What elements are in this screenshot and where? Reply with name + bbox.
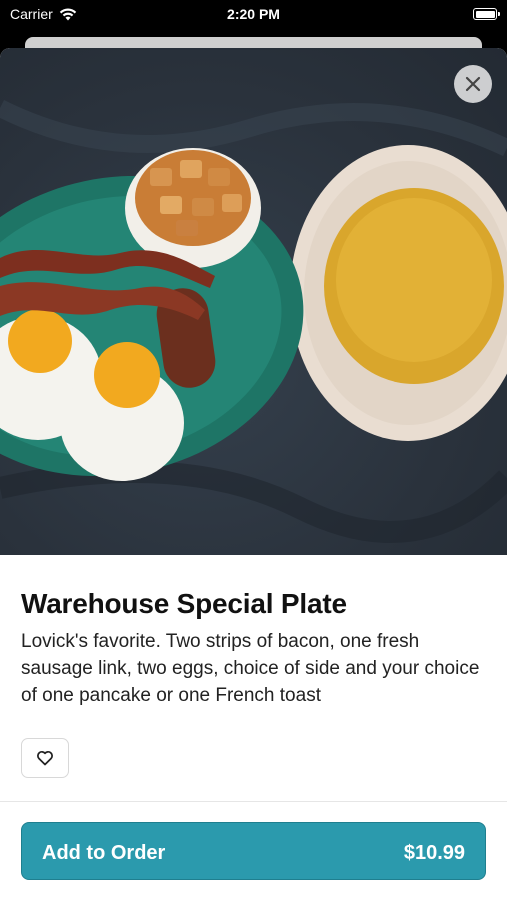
item-title: Warehouse Special Plate [21, 588, 347, 619]
heart-outline-icon [37, 750, 53, 766]
status-time: 2:20 PM [227, 6, 280, 22]
item-detail-sheet: Warehouse Special Plate Lovick's favorit… [0, 48, 507, 900]
item-photo [0, 48, 507, 555]
food-photo-illustration [0, 99, 507, 543]
add-to-order-button[interactable]: Add to Order $10.99 [21, 822, 486, 880]
battery-icon [473, 8, 500, 20]
add-to-order-label: Add to Order [42, 842, 166, 864]
favorite-button[interactable] [21, 738, 69, 778]
divider [0, 801, 507, 802]
item-description: Lovick's favorite. Two strips of bacon, … [21, 631, 480, 706]
status-bar: Carrier 2:20 PM [0, 0, 507, 30]
close-button[interactable] [454, 65, 492, 103]
close-icon [465, 76, 481, 92]
add-to-order-price: $10.99 [403, 842, 465, 864]
